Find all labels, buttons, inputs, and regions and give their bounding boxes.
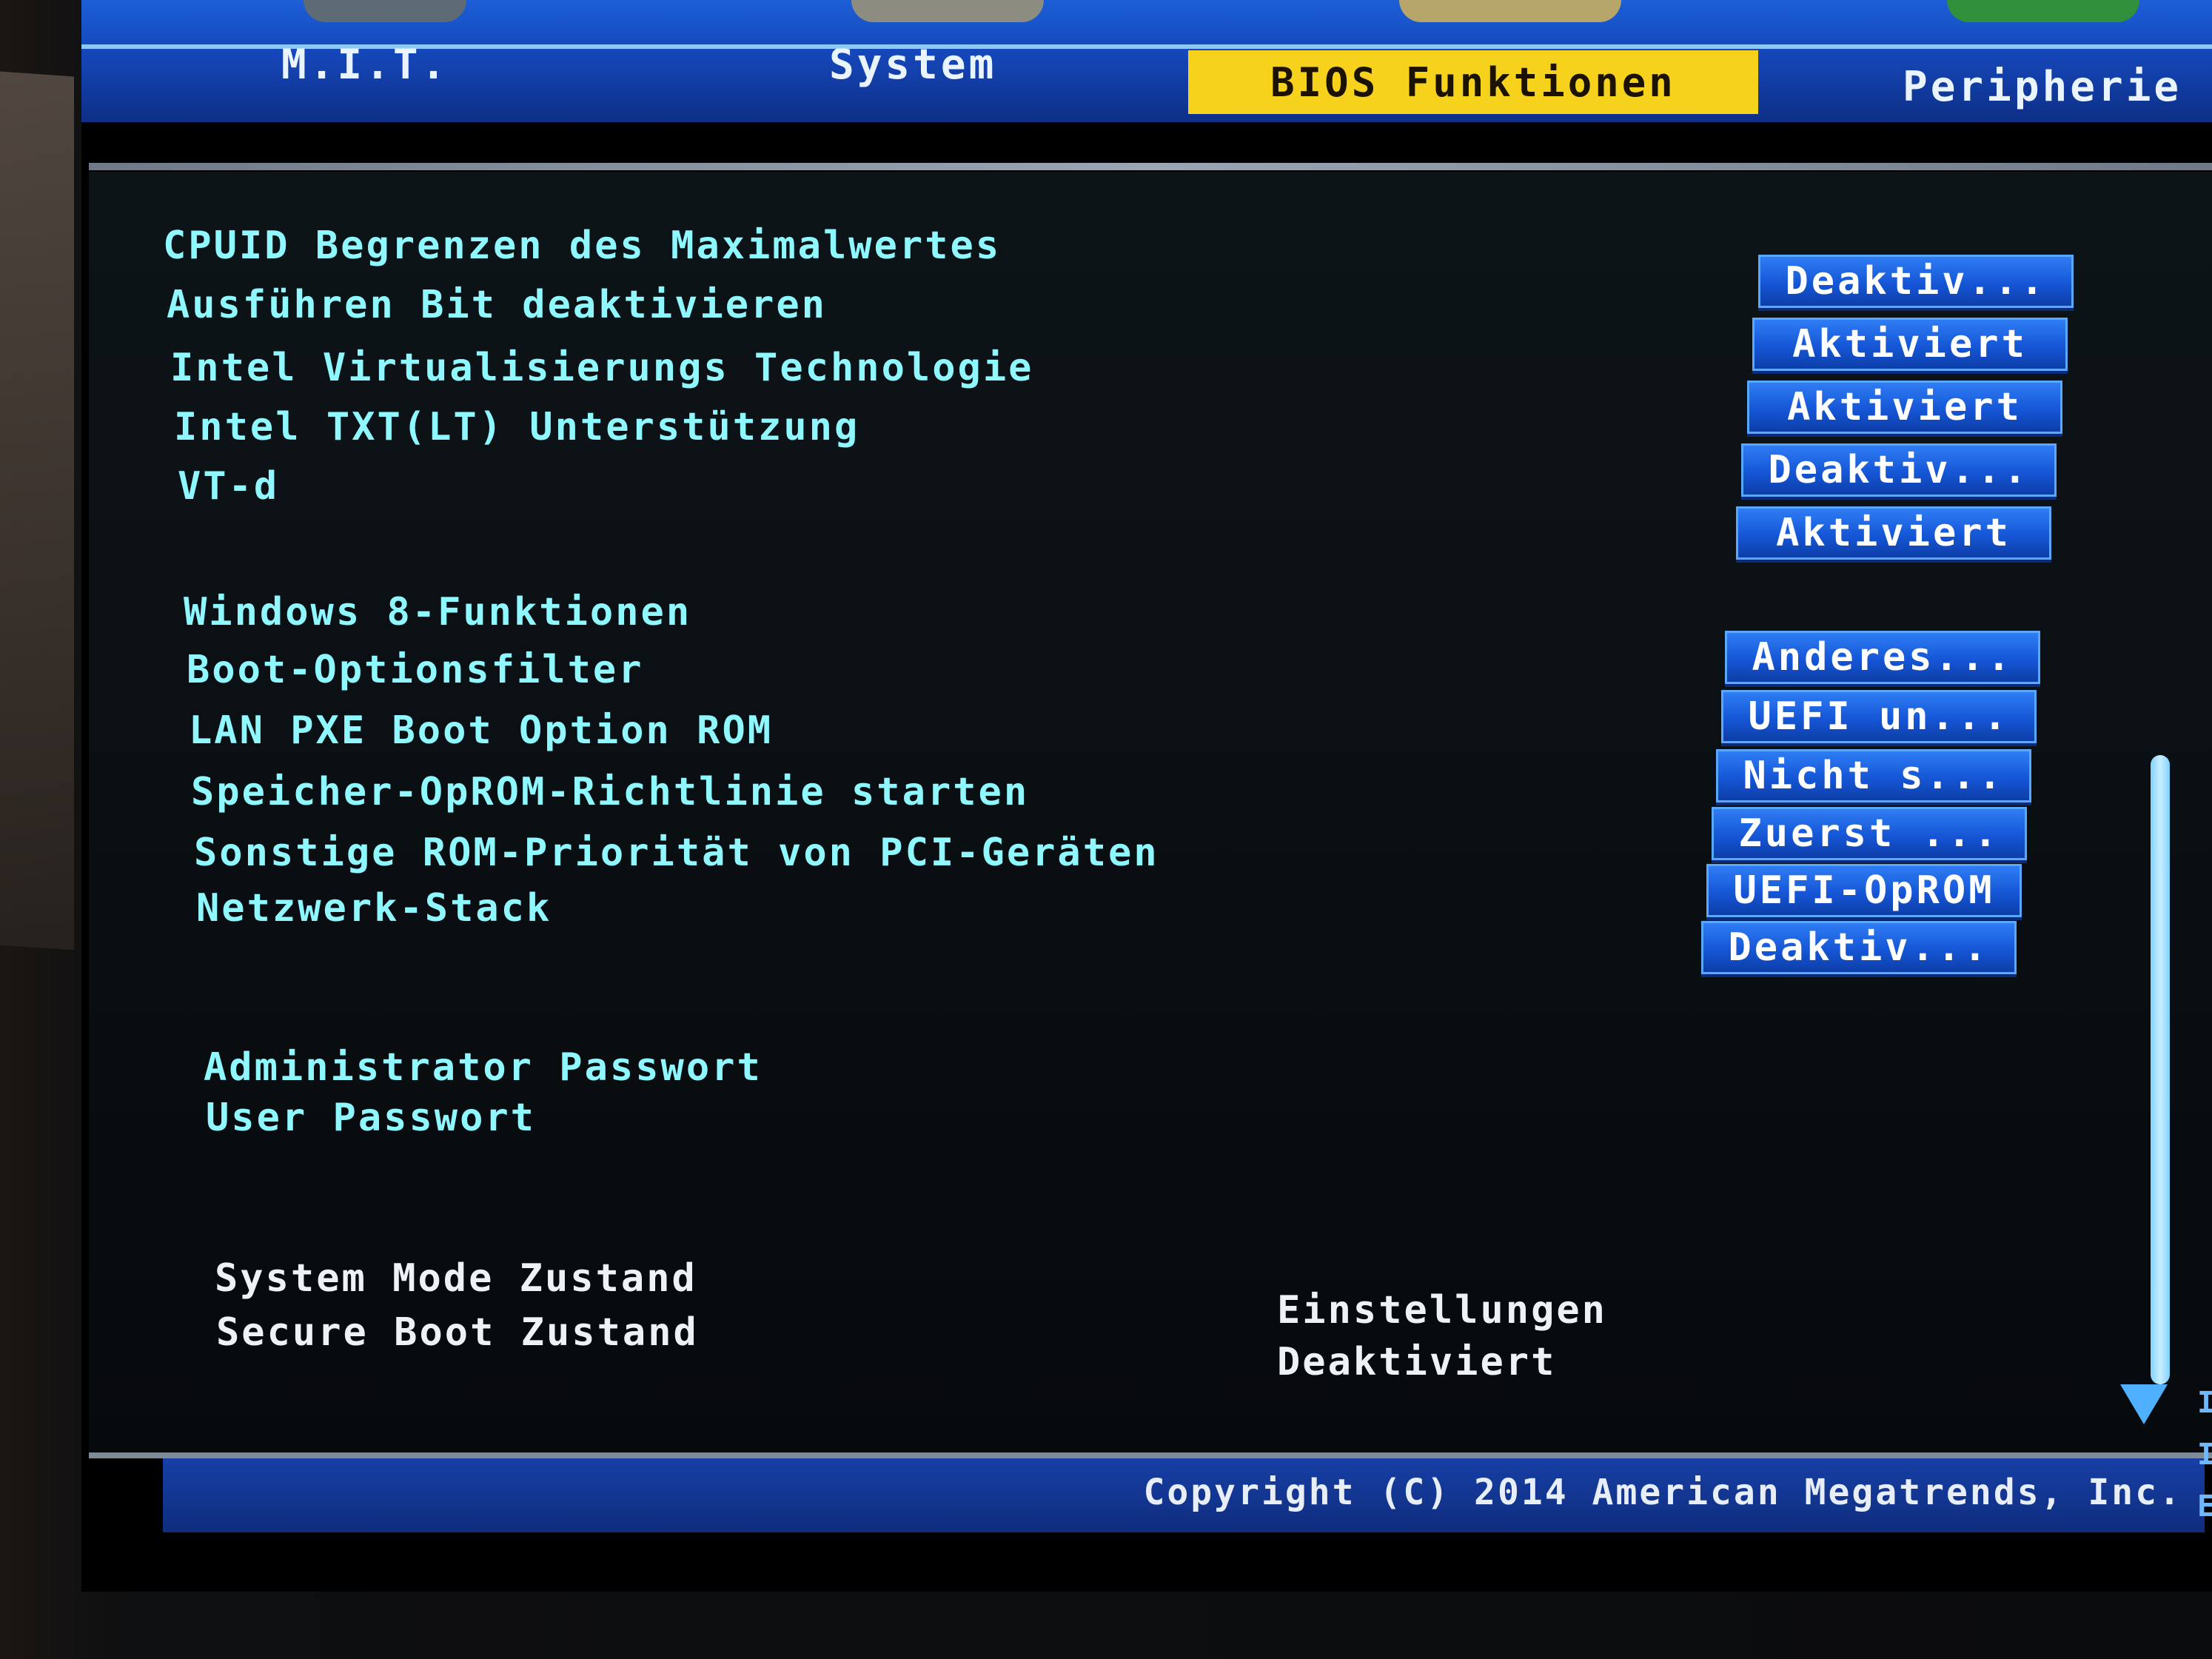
tab-mit[interactable]: M.I.T. <box>281 41 449 89</box>
vertical-scrollbar[interactable] <box>2151 755 2170 1384</box>
value-intel-txt[interactable]: Deaktiv... <box>1741 443 2057 497</box>
value-boot-option-filter[interactable]: UEFI un... <box>1721 690 2037 743</box>
edge-glyph: I <box>2197 1438 2212 1472</box>
edge-help-glyphs: I I E <box>2197 1377 2212 1532</box>
settings-panel: CPUID Begrenzen des Maximalwertes Ausfüh… <box>89 172 2212 1452</box>
tab-system[interactable]: System <box>829 41 996 89</box>
system-tab-icon <box>851 0 1044 22</box>
peripherals-tab-icon <box>1947 0 2139 22</box>
value-other-pci-rom-priority[interactable]: UEFI-OpROM <box>1706 864 2022 917</box>
footer-bar: Copyright (C) 2014 American Megatrends, … <box>163 1458 2205 1532</box>
value-vt-d[interactable]: Aktiviert <box>1736 506 2051 560</box>
value-intel-virtualization[interactable]: Aktiviert <box>1747 381 2062 434</box>
value-execute-disable-bit[interactable]: Aktiviert <box>1752 318 2068 371</box>
bios-tab-icon <box>1399 0 1621 22</box>
footer-divider <box>89 1452 2212 1458</box>
value-network-stack[interactable]: Deaktiv... <box>1701 921 2017 974</box>
setting-label-intel-txt[interactable]: Intel TXT(LT) Unterstützung <box>174 405 859 449</box>
top-nav-bar: M.I.T. System BIOS Funktionen Peripherie <box>81 0 2212 122</box>
setting-label-intel-virtualization[interactable]: Intel Virtualisierungs Technologie <box>170 346 1033 390</box>
monitor-bezel: M.I.T. System BIOS Funktionen Peripherie… <box>0 0 2212 1659</box>
setting-label-boot-option-filter[interactable]: Boot-Optionsfilter <box>187 648 644 692</box>
setting-label-vt-d[interactable]: VT-d <box>178 464 279 509</box>
edge-glyph: E <box>2197 1489 2212 1524</box>
bios-screen: M.I.T. System BIOS Funktionen Peripherie… <box>81 0 2212 1592</box>
status-value-secure-boot: Deaktiviert <box>1277 1340 1557 1384</box>
status-label-secure-boot: Secure Boot Zustand <box>216 1310 699 1355</box>
mit-tab-icon <box>304 0 466 22</box>
setting-label-admin-password[interactable]: Administrator Passwort <box>204 1045 763 1090</box>
status-label-system-mode: System Mode Zustand <box>215 1256 697 1301</box>
value-storage-oprom-policy[interactable]: Zuerst ... <box>1712 807 2027 860</box>
setting-label-network-stack[interactable]: Netzwerk-Stack <box>196 886 552 931</box>
setting-label-storage-oprom-policy[interactable]: Speicher-OpROM-Richtlinie starten <box>191 770 1029 814</box>
tab-peripherie[interactable]: Peripherie <box>1903 63 2182 111</box>
tab-bios-funktionen-label: BIOS Funktionen <box>1270 58 1676 106</box>
setting-label-cpuid-limit[interactable]: CPUID Begrenzen des Maximalwertes <box>163 224 1001 268</box>
background-paper <box>0 71 74 951</box>
value-cpuid-limit[interactable]: Deaktiv... <box>1758 255 2074 308</box>
value-lan-pxe-boot[interactable]: Nicht s... <box>1716 749 2031 802</box>
setting-label-other-pci-rom-priority[interactable]: Sonstige ROM-Priorität von PCI-Geräten <box>194 831 1159 875</box>
scroll-down-arrow-icon[interactable] <box>2120 1384 2168 1424</box>
setting-label-user-password[interactable]: User Passwort <box>206 1096 536 1140</box>
value-windows8-features[interactable]: Anderes... <box>1725 631 2040 684</box>
edge-glyph: I <box>2197 1386 2212 1420</box>
copyright-text: Copyright (C) 2014 American Megatrends, … <box>1143 1472 2182 1513</box>
tab-bios-funktionen[interactable]: BIOS Funktionen <box>1188 50 1758 114</box>
setting-label-lan-pxe-boot[interactable]: LAN PXE Boot Option ROM <box>189 708 773 753</box>
status-value-system-mode: Einstellungen <box>1277 1288 1607 1333</box>
setting-label-windows8-features[interactable]: Windows 8-Funktionen <box>184 590 691 634</box>
header-divider <box>89 163 2212 170</box>
setting-label-execute-disable-bit[interactable]: Ausführen Bit deaktivieren <box>167 283 827 327</box>
